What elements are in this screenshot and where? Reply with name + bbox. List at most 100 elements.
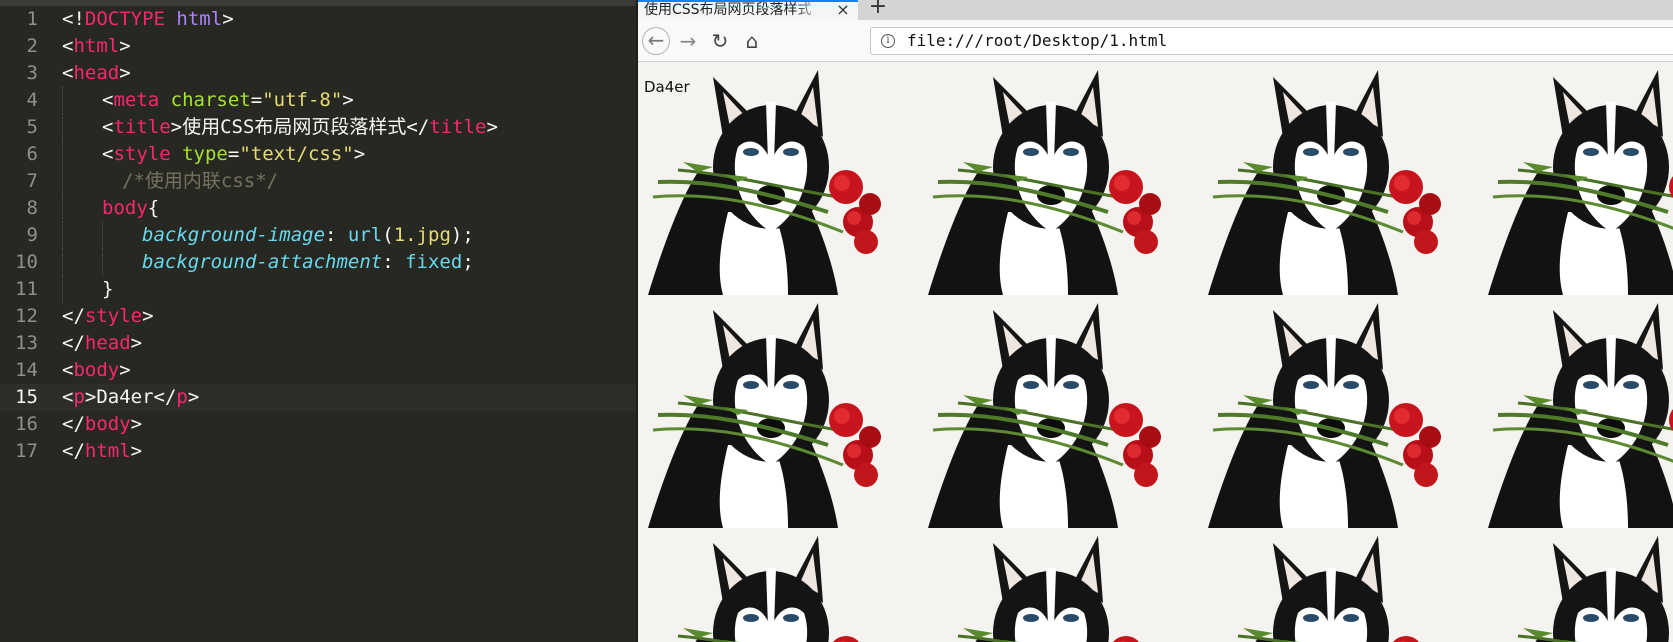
code-token: html: [84, 440, 131, 462]
line-number: 15: [15, 386, 38, 408]
code-token: style: [113, 143, 171, 165]
indent-guide: [62, 87, 63, 114]
code-text: <title>使用CSS布局网页段落样式</title>: [102, 114, 498, 141]
code-token: <: [102, 143, 114, 165]
code-token: body: [73, 359, 120, 381]
tab-title: 使用CSS布局网页段落样式: [644, 2, 824, 20]
code-text: <style type="text/css">: [102, 141, 365, 168]
indent-guide: [62, 168, 63, 195]
code-token: <: [62, 386, 74, 408]
code-token: <: [62, 62, 74, 84]
code-token: <!: [62, 8, 85, 30]
url-text[interactable]: file:///root/Desktop/1.html: [907, 28, 1167, 54]
code-token: fixed: [405, 251, 463, 273]
back-button[interactable]: ←: [642, 27, 670, 55]
code-line[interactable]: 6 <style type="text/css">: [0, 141, 636, 168]
indent-guide: [62, 195, 63, 222]
code-area[interactable]: 1 <!DOCTYPE html> 2 <html> 3 <head> 4 <meta cha…: [0, 6, 636, 465]
code-token: =: [227, 143, 240, 165]
code-line[interactable]: 16 </body>: [0, 411, 636, 438]
forward-button[interactable]: →: [674, 27, 702, 55]
indent-guide: [62, 276, 63, 303]
code-token: >: [130, 413, 143, 435]
indent-guide: [102, 222, 103, 249]
code-line[interactable]: 12 </style>: [0, 303, 636, 330]
code-token: </: [62, 305, 85, 327]
line-number: 14: [15, 359, 38, 381]
code-text: background-image: url(1.jpg);: [142, 222, 474, 249]
code-line[interactable]: 11}: [0, 276, 636, 303]
line-number: 9: [26, 224, 38, 246]
code-text: <body>: [62, 357, 131, 384]
code-token: body: [84, 413, 131, 435]
code-line[interactable]: 9 background-image: url(1.jpg);: [0, 222, 636, 249]
code-token: <: [102, 89, 114, 111]
code-line[interactable]: 13 </head>: [0, 330, 636, 357]
code-text: /*使用内联css*/: [122, 168, 278, 195]
code-token: >: [342, 89, 354, 111]
code-token: "text/css": [239, 143, 354, 165]
browser-tab[interactable]: 使用CSS布局网页段落样式 ×: [638, 0, 858, 20]
navigation-toolbar: ← → ↻ ⌂ i file:///root/Desktop/1.html ••…: [638, 20, 1673, 62]
indent-guide: [62, 141, 63, 168]
line-number: 4: [26, 89, 38, 111]
code-text: <html>: [62, 33, 131, 60]
code-text: </html>: [62, 438, 142, 465]
reload-button[interactable]: ↻: [706, 27, 734, 55]
new-tab-button[interactable]: +: [866, 0, 890, 20]
code-token: >: [130, 440, 143, 462]
code-token: :: [382, 251, 406, 273]
info-icon[interactable]: i: [881, 34, 895, 48]
code-text: }: [102, 276, 113, 303]
code-token: </: [62, 413, 85, 435]
code-token: </: [62, 440, 85, 462]
code-token: {: [147, 197, 160, 219]
code-line[interactable]: 5 <title>使用CSS布局网页段落样式</title>: [0, 114, 636, 141]
code-line[interactable]: 2 <html>: [0, 33, 636, 60]
code-token: head: [73, 62, 120, 84]
indent-guide: [62, 249, 63, 276]
code-token: >: [187, 386, 200, 408]
code-token: background-attachment: [142, 251, 383, 273]
code-text: </head>: [62, 330, 142, 357]
code-line[interactable]: 8 body{: [0, 195, 636, 222]
code-line[interactable]: 15 <p>Da4er</p>: [0, 384, 636, 411]
code-line[interactable]: 14 <body>: [0, 357, 636, 384]
code-token: >: [119, 35, 131, 57]
code-token: "utf-8": [262, 89, 343, 111]
line-number: 16: [15, 413, 38, 435]
code-line[interactable]: 1 <!DOCTYPE html>: [0, 6, 636, 33]
code-text: <head>: [62, 60, 131, 87]
code-editor[interactable]: 1 <!DOCTYPE html> 2 <html> 3 <head> 4 <meta cha…: [0, 0, 636, 642]
home-button[interactable]: ⌂: [738, 27, 766, 55]
line-number: 8: [26, 197, 38, 219]
code-token: >Da4er</: [84, 386, 177, 408]
code-token: </: [62, 332, 85, 354]
code-line[interactable]: 17 </html>: [0, 438, 636, 465]
code-token: >: [119, 62, 131, 84]
code-token: >: [353, 143, 366, 165]
code-token: html: [176, 8, 223, 30]
code-text: </body>: [62, 411, 142, 438]
code-line[interactable]: 7 /*使用内联css*/: [0, 168, 636, 195]
code-token: meta: [113, 89, 160, 111]
url-bar[interactable]: i file:///root/Desktop/1.html •••: [870, 27, 1673, 55]
code-line[interactable]: 10 background-attachment: fixed;: [0, 249, 636, 276]
code-token: title: [113, 116, 171, 138]
indent-guide: [62, 114, 63, 141]
code-token: );: [450, 224, 474, 246]
page-paragraph: Da4er: [644, 78, 690, 96]
code-token: DOCTYPE: [84, 8, 165, 30]
code-line[interactable]: 3 <head>: [0, 60, 636, 87]
code-token: (: [382, 224, 394, 246]
code-token: type: [182, 143, 228, 165]
code-text: <meta charset="utf-8">: [102, 87, 354, 114]
code-token: ;: [462, 251, 474, 273]
code-line[interactable]: 4 <meta charset="utf-8">: [0, 87, 636, 114]
page-viewport[interactable]: Da4er: [638, 62, 1673, 642]
indent-guide: [102, 249, 103, 276]
tab-close-button[interactable]: ×: [834, 2, 852, 20]
